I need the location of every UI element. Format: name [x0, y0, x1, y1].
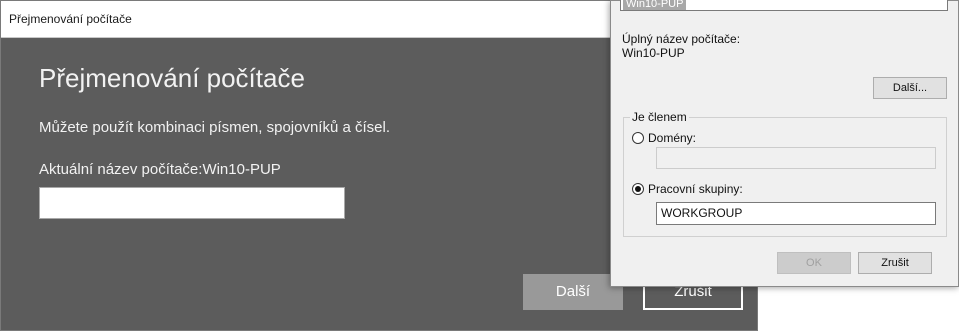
computer-name-changes-dialog: Win10-PUP Úplný název počítače: Win10-PU…: [610, 0, 959, 287]
full-computer-name-value: Win10-PUP: [622, 46, 685, 60]
current-name-label: Aktuální název počítače:: [39, 161, 203, 178]
more-button-label: Další...: [892, 82, 928, 94]
workgroup-radio-label[interactable]: Pracovní skupiny:: [648, 182, 743, 196]
domain-radio[interactable]: [632, 132, 644, 144]
more-button[interactable]: Další...: [873, 77, 947, 99]
classic-cancel-button[interactable]: Zrušit: [858, 252, 932, 274]
current-name-value: Win10-PUP: [202, 161, 281, 178]
domain-field: [656, 147, 936, 169]
radio-selected-dot: [635, 186, 641, 192]
rename-dialog-heading: Přejmenování počítače: [39, 63, 305, 93]
ok-button[interactable]: OK: [777, 252, 851, 274]
domain-radio-label[interactable]: Domény:: [648, 131, 696, 145]
new-computer-name-input[interactable]: [39, 187, 345, 219]
rename-dialog-description: Můžete použít kombinaci písmen, spojovní…: [39, 119, 391, 136]
full-computer-name-label: Úplný název počítače:: [622, 32, 741, 46]
next-button[interactable]: Další: [523, 274, 623, 310]
computer-name-selected-text: Win10-PUP: [623, 0, 687, 10]
workgroup-field[interactable]: WORKGROUP: [656, 202, 936, 225]
current-computer-name: Aktuální název počítače:Win10-PUP: [39, 161, 281, 178]
workgroup-radio[interactable]: [632, 183, 644, 195]
member-of-group-label: Je členem: [630, 110, 689, 124]
computer-name-field[interactable]: Win10-PUP: [620, 0, 948, 11]
member-of-group: Je členem Domény: Pracovní skupiny: WORK…: [623, 110, 947, 237]
